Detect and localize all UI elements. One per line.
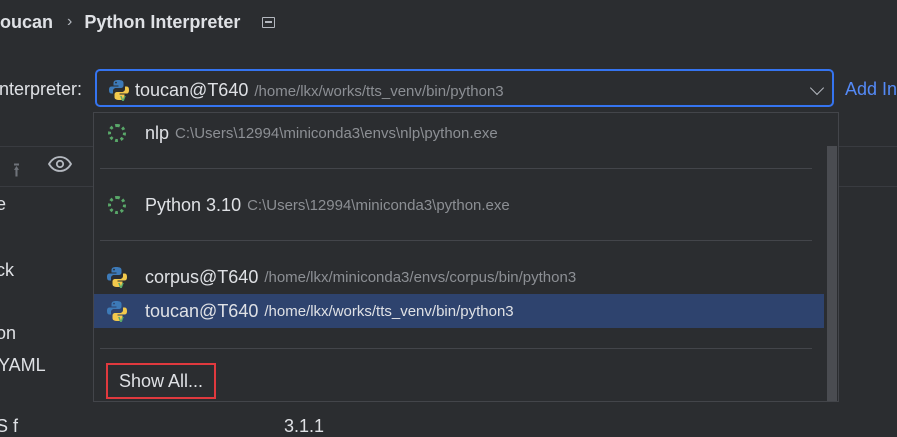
interpreter-option-toucan-selected[interactable]: v toucan@T640 /home/lkx/works/tts_venv/b… [94, 294, 824, 328]
python-remote-icon: v [105, 265, 129, 289]
window-icon[interactable] [262, 16, 276, 28]
svg-text:v: v [120, 94, 126, 101]
conda-icon [105, 193, 129, 217]
conda-icon [105, 121, 129, 145]
python-remote-icon: v [105, 299, 129, 323]
separator [100, 240, 812, 241]
upgrade-arrow-icon[interactable]: ⭱ [13, 156, 20, 190]
svg-text:v: v [118, 315, 124, 322]
package-version: 3.1.1 [284, 416, 325, 436]
eye-icon[interactable] [48, 155, 72, 173]
interpreter-dropdown: nlp C:\Users\12994\miniconda3\envs\nlp\p… [93, 112, 839, 402]
selected-interpreter-name: toucan@T640 [135, 80, 249, 100]
package-column-header: e [0, 194, 7, 214]
scrollbar[interactable] [827, 146, 837, 401]
interpreter-option-corpus[interactable]: v corpus@T640 /home/lkx/miniconda3/envs/… [94, 260, 824, 294]
option-name: corpus@T640 [145, 266, 259, 287]
option-path: /home/lkx/works/tts_venv/bin/python3 [264, 302, 514, 320]
option-path: C:\Users\12994\miniconda3\envs\nlp\pytho… [175, 124, 498, 142]
option-name: nlp [145, 122, 170, 143]
add-interpreter-link[interactable]: Add In [845, 79, 897, 100]
selected-interpreter-path: /home/lkx/works/tts_venv/bin/python3 [254, 83, 504, 100]
interpreter-combobox[interactable]: v toucan@T640/home/lkx/works/tts_venv/bi… [95, 69, 834, 107]
python-remote-icon: v [108, 79, 130, 106]
svg-text:v: v [118, 281, 124, 288]
breadcrumb: toucan › Python Interpreter [0, 10, 276, 34]
package-row: S f [0, 416, 19, 436]
option-path: C:\Users\12994\miniconda3\python.exe [247, 196, 510, 214]
breadcrumb-separator: › [67, 13, 73, 30]
page-title: Python Interpreter [84, 11, 241, 32]
interpreter-option-python310[interactable]: Python 3.10 C:\Users\12994\miniconda3\py… [94, 188, 824, 222]
option-name: toucan@T640 [145, 300, 259, 321]
separator [100, 168, 812, 169]
separator [100, 348, 812, 349]
interpreter-option-nlp[interactable]: nlp C:\Users\12994\miniconda3\envs\nlp\p… [94, 116, 824, 150]
package-row: ck [0, 260, 14, 280]
chevron-down-icon[interactable] [809, 80, 825, 96]
breadcrumb-project[interactable]: toucan [0, 12, 53, 33]
option-name: Python 3.10 [145, 194, 242, 215]
package-row: on [0, 323, 17, 343]
show-all-button[interactable]: Show All... [106, 363, 216, 399]
option-path: /home/lkx/miniconda3/envs/corpus/bin/pyt… [264, 268, 577, 286]
interpreter-label: Interpreter: [0, 79, 83, 99]
package-row: YAML [0, 355, 46, 375]
